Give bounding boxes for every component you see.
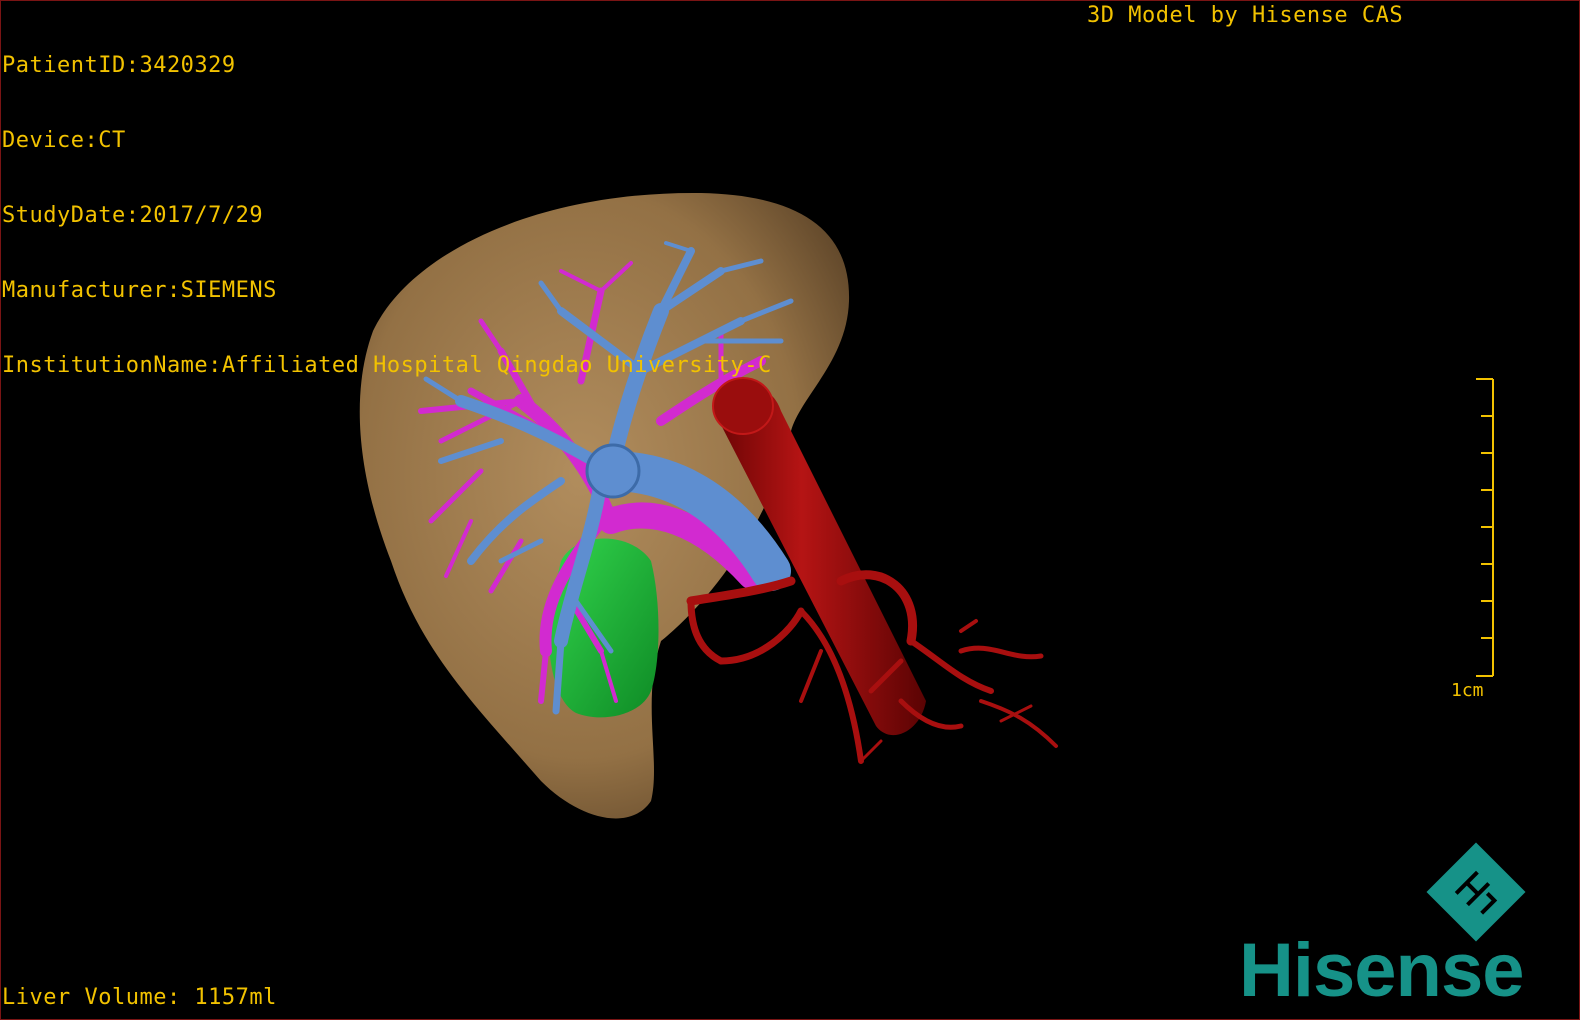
patient-id-text: PatientID:3420329	[2, 53, 236, 78]
manufacturer-text: Manufacturer:SIEMENS	[2, 278, 277, 303]
3d-viewport[interactable]: PatientID:3420329 Device:CT StudyDate:20…	[0, 0, 1580, 1020]
study-date-text: StudyDate:2017/7/29	[2, 203, 264, 228]
device-text: Device:CT	[2, 128, 126, 153]
institution-text: InstitutionName:Affiliated Hospital Qing…	[2, 353, 772, 378]
hisense-brand-logo: Hisense	[1239, 928, 1524, 1013]
model-credit-text: 3D Model by Hisense CAS	[1087, 3, 1404, 28]
liver-volume-text: Liver Volume: 1157ml	[2, 985, 277, 1010]
scale-bar-label: 1cm	[1451, 680, 1484, 701]
dicom-info-overlay: PatientID:3420329 Device:CT StudyDate:20…	[2, 3, 772, 428]
scale-bar	[1476, 378, 1494, 677]
